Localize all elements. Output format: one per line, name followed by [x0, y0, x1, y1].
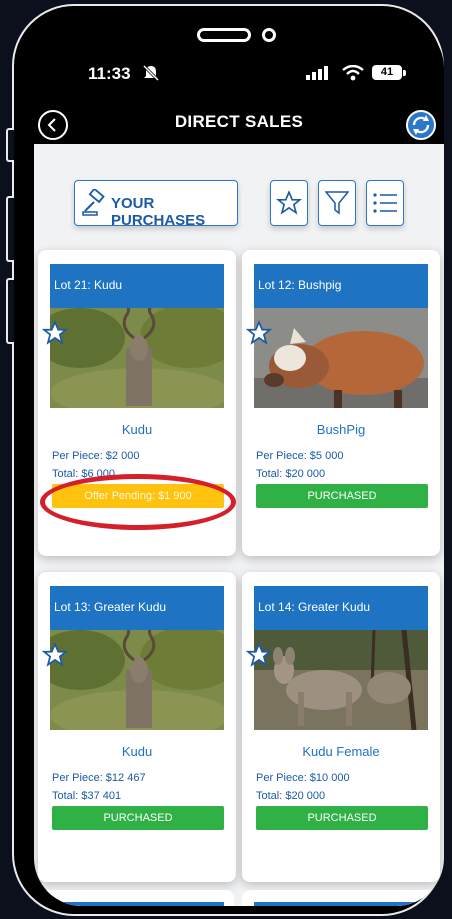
purchased-button[interactable]: PURCHASED: [256, 484, 428, 508]
kudu-female-photo[interactable]: [254, 630, 428, 730]
phone-side-button: [6, 278, 14, 344]
speaker-icon: [197, 28, 251, 42]
filter-button[interactable]: [318, 180, 356, 226]
lot-title: Lot 21: Kudu: [50, 264, 224, 308]
per-piece-price: Per Piece: $2 000: [52, 450, 140, 462]
phone-side-button: [6, 196, 14, 262]
kudu-bull-photo[interactable]: [50, 630, 224, 730]
list-view-button[interactable]: [366, 180, 404, 226]
lot-card-partial[interactable]: [38, 890, 234, 906]
total-price: Total: $37 401: [52, 790, 122, 802]
favorite-star-icon[interactable]: [246, 642, 272, 668]
favorites-filter-button[interactable]: [270, 180, 308, 226]
wifi-icon: [342, 65, 364, 81]
lot-card-partial[interactable]: [242, 890, 438, 906]
animal-name: Kudu: [121, 744, 153, 759]
gavel-icon: [82, 189, 105, 216]
favorite-star-icon[interactable]: [42, 320, 68, 346]
refresh-button[interactable]: [406, 110, 436, 140]
purchased-button[interactable]: PURCHASED: [52, 806, 224, 830]
main-content: YOUR PURCHASES Lot 21: Kudu Kudu Per Pie…: [34, 144, 444, 906]
signal-icon: [306, 66, 328, 80]
kudu-bull-photo[interactable]: [50, 308, 224, 408]
your-purchases-button[interactable]: YOUR PURCHASES: [74, 180, 238, 229]
refresh-icon: [412, 115, 430, 135]
battery-icon: 41: [372, 65, 402, 80]
list-icon: [373, 193, 397, 213]
bell-mute-icon: [142, 64, 160, 82]
lot-title: Lot 12: Bushpig: [254, 264, 428, 308]
bushpig-photo[interactable]: [254, 308, 428, 408]
star-outline-icon: [276, 190, 302, 215]
per-piece-price: Per Piece: $10 000: [256, 772, 350, 784]
funnel-icon: [325, 191, 349, 215]
total-price: Total: $20 000: [256, 468, 326, 480]
animal-name: Kudu Female: [302, 744, 380, 759]
favorite-star-icon[interactable]: [42, 642, 68, 668]
phone-screen: 11:33 41 DIRECT SALES YOUR PURCHASES Lot…: [34, 20, 444, 906]
page-title: DIRECT SALES: [174, 112, 304, 131]
purchased-button[interactable]: PURCHASED: [256, 806, 428, 830]
lot-card[interactable]: Lot 12: Bushpig BushPig Per Piece: $5 00…: [242, 250, 440, 556]
phone-side-button: [6, 128, 14, 162]
battery-tip: [403, 70, 406, 76]
camera-icon: [262, 28, 276, 42]
lot-title: Lot 13: Greater Kudu: [50, 586, 224, 630]
status-time: 11:33: [88, 64, 131, 83]
your-purchases-label: YOUR PURCHASES: [111, 195, 206, 229]
lot-title: Lot 14: Greater Kudu: [254, 586, 428, 630]
highlight-annotation: [40, 474, 236, 530]
per-piece-price: Per Piece: $12 467: [52, 772, 146, 784]
status-bar: 11:33 41: [34, 60, 444, 88]
per-piece-price: Per Piece: $5 000: [256, 450, 344, 462]
favorite-star-icon[interactable]: [246, 320, 272, 346]
total-price: Total: $20 000: [256, 790, 326, 802]
lot-card[interactable]: Lot 14: Greater Kudu Kudu Female Per Pie…: [242, 572, 440, 882]
lot-card[interactable]: Lot 13: Greater Kudu Kudu Per Piece: $12…: [38, 572, 236, 882]
animal-name: Kudu: [121, 422, 153, 437]
animal-name: BushPig: [316, 422, 366, 437]
